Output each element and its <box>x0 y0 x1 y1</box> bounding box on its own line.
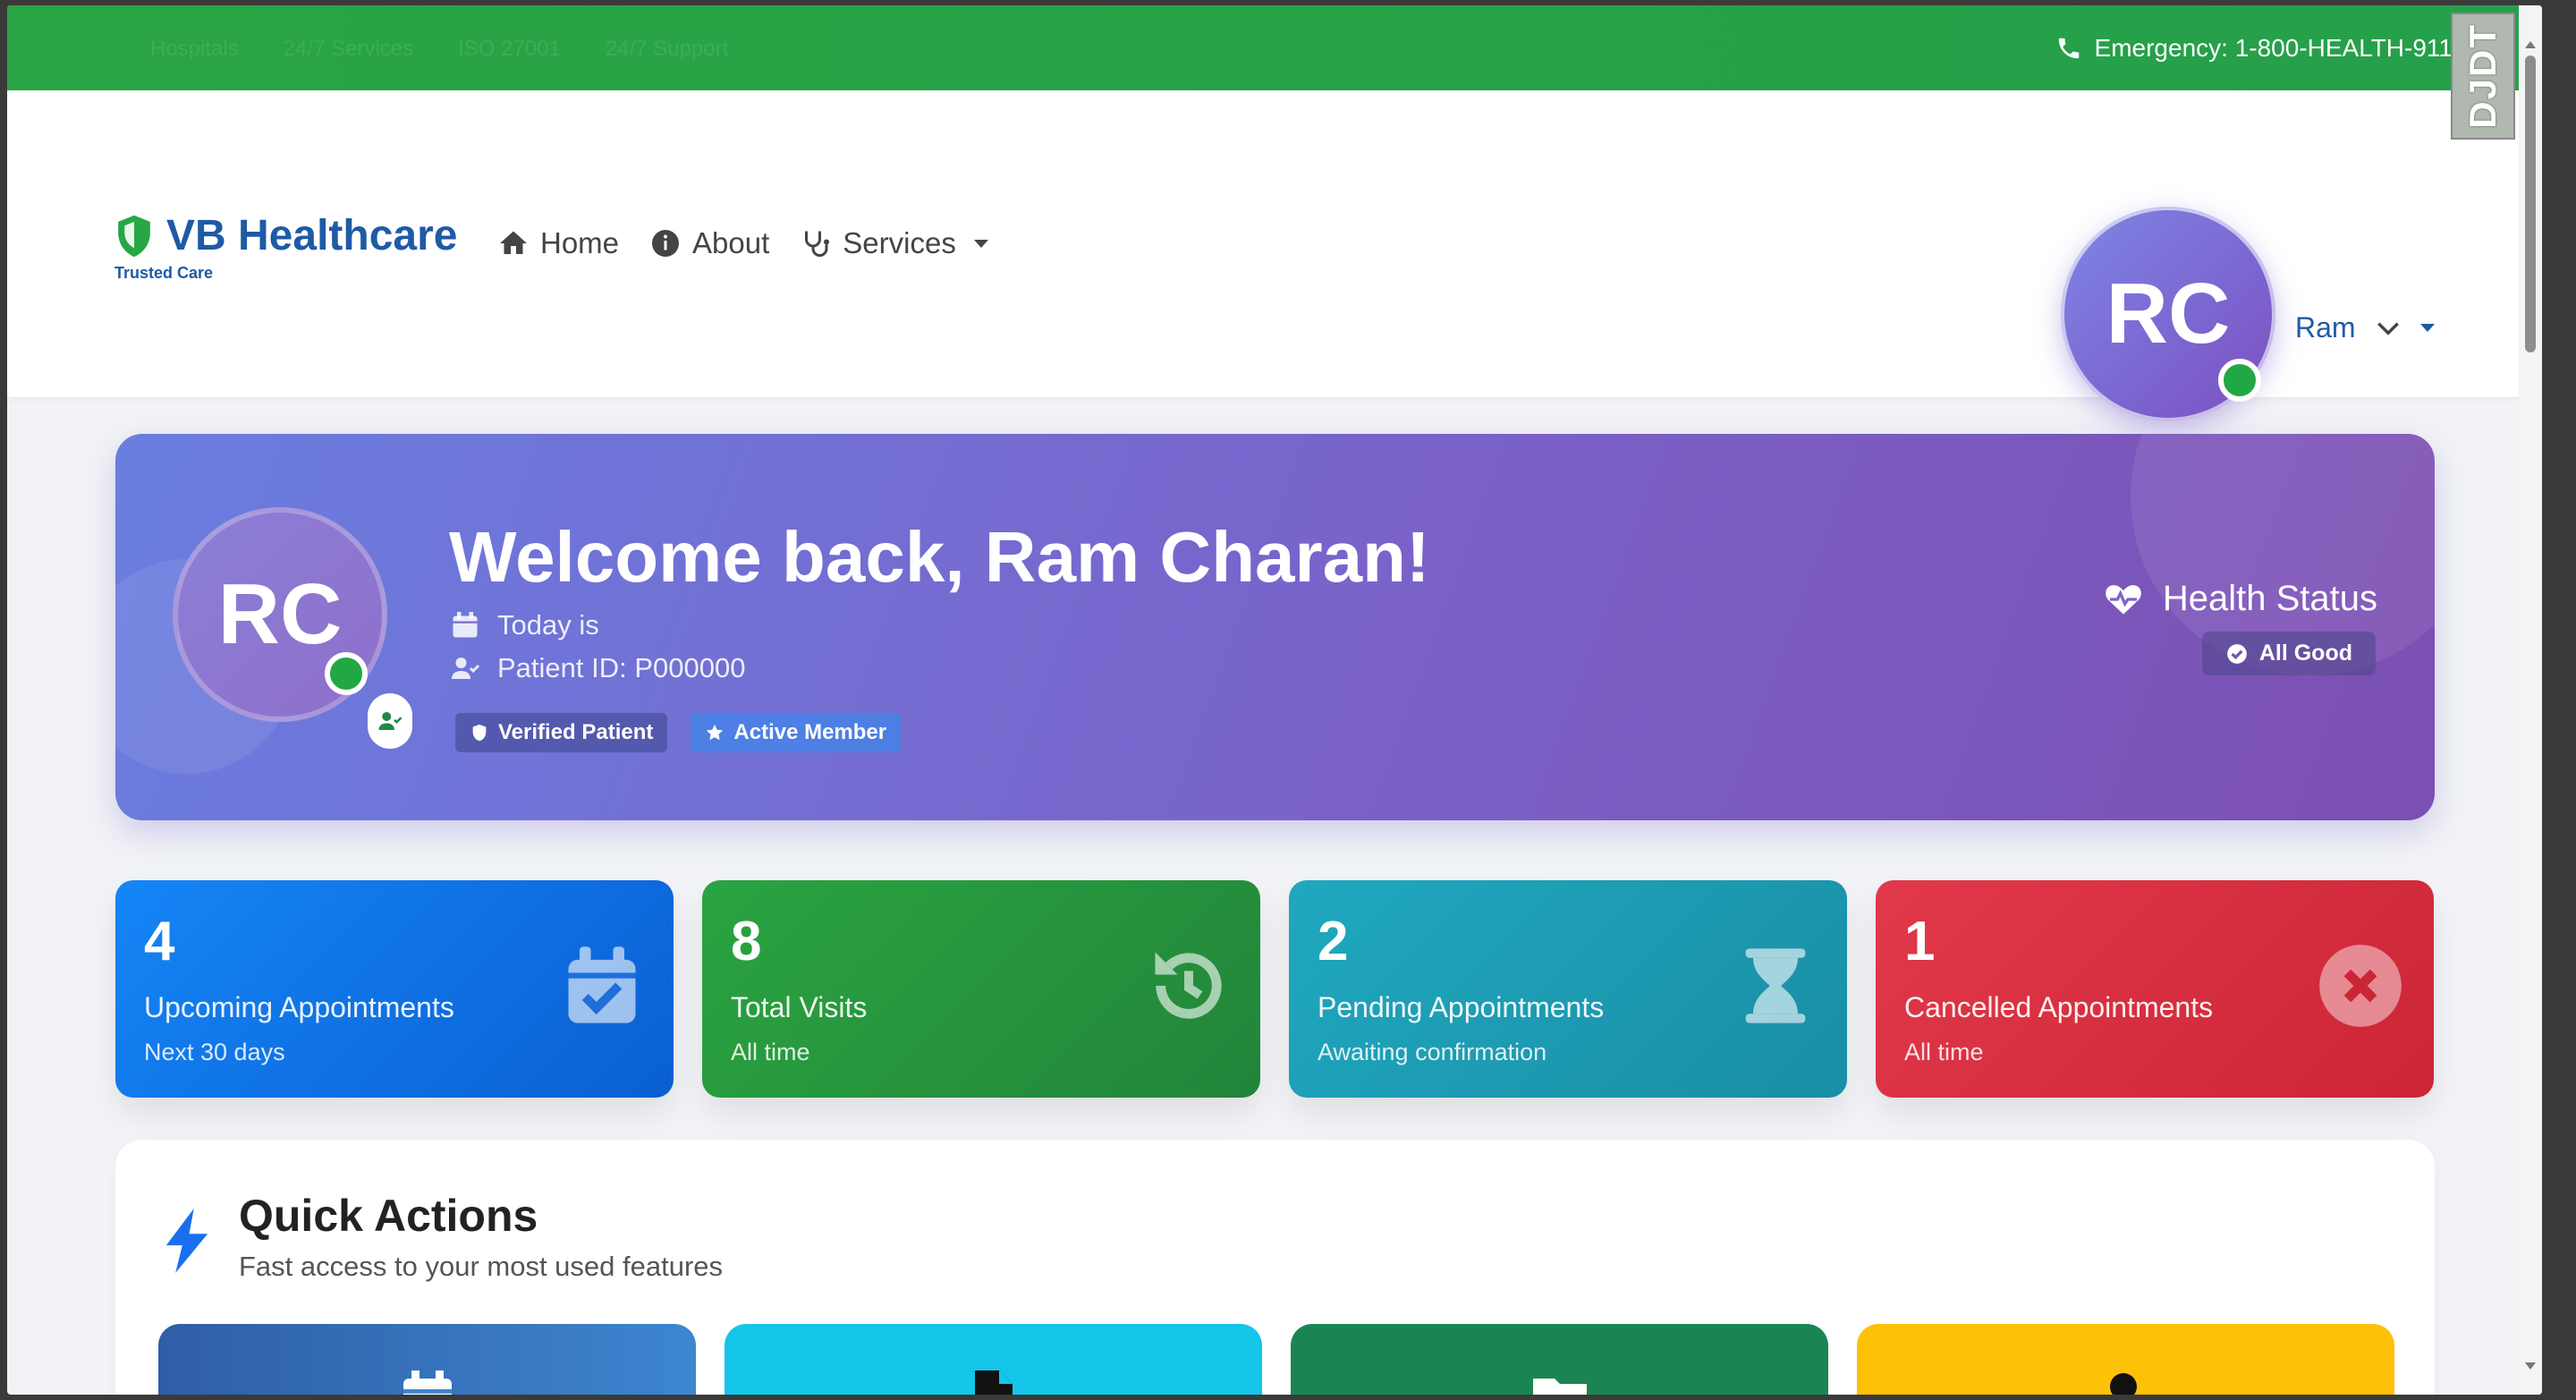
quick-actions-title: Quick Actions <box>239 1191 538 1241</box>
user-check-badge <box>368 693 412 749</box>
vertical-scrollbar[interactable] <box>2519 5 2542 1395</box>
shield-icon <box>472 724 487 742</box>
browser-viewport: Hospitals 24/7 Services ISO 27001 24/7 S… <box>7 5 2542 1395</box>
stat-subtitle: Next 30 days <box>144 1039 285 1065</box>
welcome-title: Welcome back, Ram Charan! <box>449 517 1430 597</box>
quick-actions-subtitle: Fast access to your most used features <box>239 1251 724 1282</box>
nav-about-link[interactable]: About <box>649 226 769 260</box>
caret-down-icon <box>2419 324 2435 332</box>
heart-pulse-icon <box>2106 584 2141 615</box>
stat-subtitle: All time <box>731 1039 810 1065</box>
online-status-dot <box>2218 359 2261 402</box>
x-circle-icon <box>2319 945 2402 1027</box>
nav-about-label: About <box>692 226 770 259</box>
verified-patient-label: Verified Patient <box>498 720 654 744</box>
health-status-title: Health Status <box>2162 579 2377 618</box>
stat-subtitle: All time <box>1904 1039 1984 1065</box>
brand-logo[interactable]: VB Healthcare Trusted Care <box>114 211 457 283</box>
scroll-down-arrow[interactable] <box>2525 1362 2536 1370</box>
user-check-icon <box>378 712 402 730</box>
verified-patient-badge: Verified Patient <box>455 713 668 752</box>
quick-action-profile[interactable] <box>1857 1324 2394 1395</box>
online-status-dot <box>325 652 368 695</box>
brand-name: VB Healthcare <box>166 212 458 259</box>
user-icon <box>2109 1373 2137 1395</box>
shield-icon <box>118 215 150 257</box>
today-line: Today is <box>449 609 599 641</box>
status-badges: Verified Patient Active Member <box>455 713 902 752</box>
emergency-text: Emergency: 1-800-HEALTH-911 <box>2094 34 2453 62</box>
top-info-item: 24/7 Support <box>605 37 729 61</box>
stat-card-pending[interactable]: 2 Pending Appointments Awaiting confirma… <box>1289 880 1847 1098</box>
quick-action-cards <box>158 1324 2394 1395</box>
user-menu-dropdown[interactable]: Ram <box>2295 311 2435 344</box>
calendar-check-icon <box>568 946 636 1023</box>
welcome-avatar: RC <box>173 507 387 722</box>
check-circle-icon <box>2227 643 2247 664</box>
user-check-icon <box>452 658 480 679</box>
active-member-badge: Active Member <box>691 713 902 752</box>
home-icon <box>500 231 527 254</box>
emergency-contact[interactable]: Emergency: 1-800-HEALTH-911 <box>2055 34 2453 63</box>
stat-card-upcoming[interactable]: 4 Upcoming Appointments Next 30 days <box>115 880 674 1098</box>
info-icon <box>652 230 680 257</box>
patient-id: Patient ID: P000000 <box>497 652 746 683</box>
star-icon <box>707 724 724 741</box>
debug-toolbar-toggle[interactable]: DJDT <box>2451 13 2515 140</box>
nav-links: Home About Services <box>497 226 988 260</box>
calendar-icon <box>453 612 478 638</box>
health-status-badge: All Good <box>2201 632 2376 675</box>
nav-services-dropdown[interactable]: Services <box>800 226 988 260</box>
avatar-initials: RC <box>2106 266 2231 361</box>
nav-home-label: Home <box>540 226 620 259</box>
top-info-item: 24/7 Services <box>283 37 414 61</box>
main-navbar: VB Healthcare Trusted Care Home About Se… <box>7 90 2542 421</box>
quick-actions-panel: Quick Actions Fast access to your most u… <box>115 1140 2435 1395</box>
quick-actions-header: Quick Actions Fast access to your most u… <box>160 1190 723 1283</box>
calendar-icon <box>402 1370 452 1395</box>
stats-row: 4 Upcoming Appointments Next 30 days 8 T… <box>115 880 2435 1098</box>
folder-icon <box>1532 1379 1587 1395</box>
health-status: Health Status All Good <box>2104 579 2377 675</box>
patient-id-line: Patient ID: P000000 <box>449 652 745 684</box>
avatar-initials: RC <box>217 566 343 662</box>
top-info-faint-items: Hospitals 24/7 Services ISO 27001 24/7 S… <box>150 37 728 62</box>
quick-action-documents[interactable] <box>1291 1324 1828 1395</box>
today-label: Today is <box>497 609 599 641</box>
stat-card-total-visits[interactable]: 8 Total Visits All time <box>702 880 1260 1098</box>
top-info-item: ISO 27001 <box>458 37 561 61</box>
history-icon <box>1155 952 1222 1019</box>
quick-action-records[interactable] <box>724 1324 1262 1395</box>
top-info-bar: Hospitals 24/7 Services ISO 27001 24/7 S… <box>7 5 2542 90</box>
scroll-up-arrow[interactable] <box>2525 41 2536 48</box>
chevron-down-icon <box>2377 321 2399 335</box>
chevron-down-icon <box>973 239 988 248</box>
user-name: Ram <box>2295 311 2356 344</box>
stat-subtitle: Awaiting confirmation <box>1318 1039 1547 1065</box>
lightning-icon <box>165 1209 208 1273</box>
welcome-banner: RC Welcome back, Ram Charan! Today is Pa… <box>115 434 2435 820</box>
stat-card-cancelled[interactable]: 1 Cancelled Appointments All time <box>1876 880 2434 1098</box>
phone-icon <box>2058 38 2079 59</box>
nav-home-link[interactable]: Home <box>497 226 619 260</box>
stethoscope-icon <box>805 231 830 257</box>
brand-tagline: Trusted Care <box>114 264 214 282</box>
quick-action-book-appointment[interactable] <box>158 1324 696 1395</box>
nav-services-label: Services <box>843 226 956 259</box>
debug-toolbar-label: DJDT <box>2462 23 2504 129</box>
health-status-value: All Good <box>2258 641 2352 666</box>
scroll-thumb[interactable] <box>2525 55 2536 352</box>
file-icon <box>974 1370 1013 1395</box>
top-info-item: Hospitals <box>150 37 239 61</box>
nav-user-avatar[interactable]: RC <box>2061 207 2275 421</box>
hourglass-icon <box>1745 948 1806 1023</box>
active-member-label: Active Member <box>733 720 887 744</box>
